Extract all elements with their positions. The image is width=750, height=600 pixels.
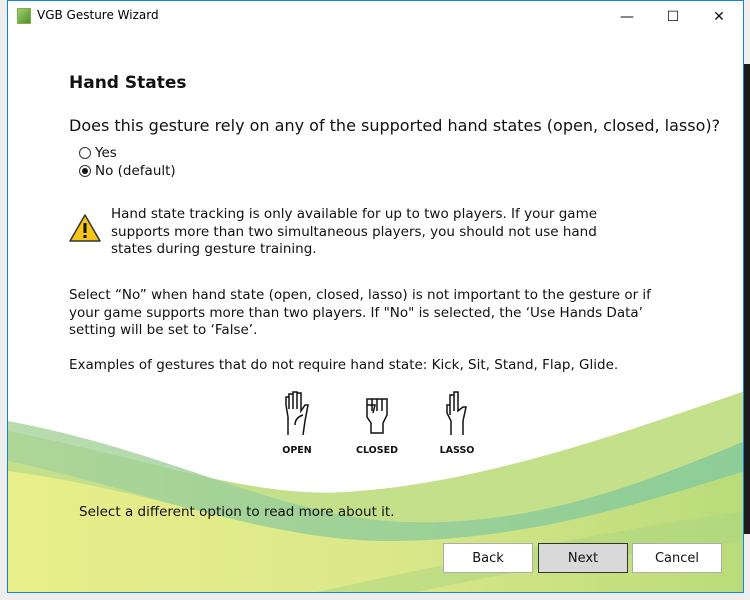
app-icon [17, 8, 31, 24]
open-hand-icon [285, 391, 309, 436]
lasso-hand-icon [446, 391, 467, 435]
hand-label: OPEN [282, 445, 312, 456]
radio-no[interactable]: No (default) [79, 163, 176, 179]
closed-hand-icon [366, 398, 388, 434]
page-heading: Hand States [69, 73, 187, 93]
hand-label: CLOSED [356, 445, 398, 456]
radio-label: No (default) [95, 163, 176, 179]
next-button[interactable]: Next [538, 543, 628, 573]
footer-hint: Select a different option to read more a… [79, 504, 395, 520]
radio-button[interactable] [79, 147, 91, 159]
hand-lasso: LASSO [422, 391, 492, 456]
examples-text: Examples of gestures that do not require… [69, 357, 619, 373]
maximize-button[interactable]: ☐ [650, 1, 696, 32]
warning-icon [69, 214, 101, 242]
close-button[interactable]: ✕ [696, 1, 742, 32]
info-text: Select “No” when hand state (open, close… [69, 287, 651, 338]
back-button[interactable]: Back [443, 543, 533, 573]
window-title: VGB Gesture Wizard [37, 8, 159, 22]
hand-open: OPEN [262, 391, 332, 456]
wizard-window: VGB Gesture Wizard — ☐ ✕ Hand States Doe… [7, 0, 744, 593]
hand-label: LASSO [439, 445, 475, 456]
question-text: Does this gesture rely on any of the sup… [69, 116, 721, 135]
radio-button-selected[interactable] [79, 165, 91, 177]
cancel-button[interactable]: Cancel [632, 543, 722, 573]
radio-label: Yes [95, 145, 117, 161]
warning-text: Hand state tracking is only available fo… [111, 206, 598, 257]
radio-yes[interactable]: Yes [79, 145, 117, 161]
title-bar: VGB Gesture Wizard — ☐ ✕ [8, 1, 743, 32]
hand-closed: CLOSED [342, 391, 412, 456]
minimize-button[interactable]: — [604, 1, 650, 32]
